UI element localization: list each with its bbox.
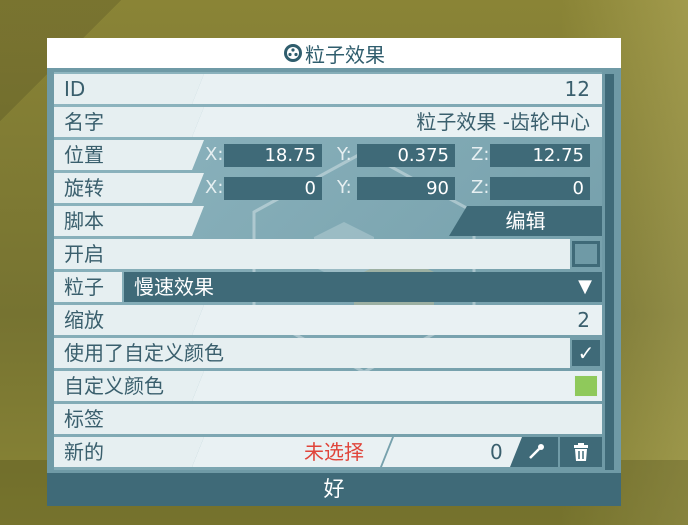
custom-color-label: 自定义颜色	[54, 371, 204, 401]
delete-button[interactable]	[560, 437, 602, 467]
id-label: ID	[54, 74, 204, 104]
new-count-field	[382, 437, 532, 467]
id-value: 12	[564, 77, 590, 101]
position-z-label: Z:	[471, 144, 490, 165]
id-field	[192, 74, 602, 104]
row-id: ID 12	[54, 74, 602, 104]
particle-dropdown[interactable]: 慢速效果 ▼	[124, 272, 602, 302]
script-label: 脚本	[54, 206, 204, 236]
scale-value: 2	[577, 308, 590, 332]
row-script: 脚本 编辑	[54, 206, 602, 236]
custom-color-field	[192, 371, 602, 401]
enabled-checkbox[interactable]	[572, 241, 600, 267]
tag-label: 标签	[54, 404, 602, 434]
row-scale: 缩放 2	[54, 305, 602, 335]
rotation-z-input[interactable]: 0	[490, 177, 590, 200]
checkmark-icon: ✓	[577, 341, 595, 365]
eyedropper-icon	[529, 444, 544, 459]
position-x-label: X:	[205, 144, 224, 165]
use-custom-color-checkbox[interactable]: ✓	[572, 340, 600, 366]
unselected-text: 未选择	[304, 440, 364, 464]
enabled-label: 开启	[54, 239, 570, 269]
new-count: 0	[490, 440, 503, 464]
position-x-input[interactable]: 18.75	[224, 144, 322, 167]
position-label: 位置	[54, 140, 204, 170]
row-tag: 标签	[54, 404, 602, 434]
rotation-x-input[interactable]: 0	[224, 177, 322, 200]
enabled-checkbox-box	[575, 244, 597, 264]
particle-selected-value: 慢速效果	[134, 275, 214, 299]
row-particle: 粒子 慢速效果 ▼	[54, 272, 602, 302]
row-custom-color: 自定义颜色	[54, 371, 602, 401]
chevron-down-icon: ▼	[578, 276, 592, 297]
name-value: 粒子效果 -齿轮中心	[416, 110, 590, 134]
particle-effect-dialog: 粒子效果 ID 12 名字 粒子效果 -齿轮中心 位置 X: 18.75 Y: …	[47, 38, 621, 506]
row-use-custom-color: 使用了自定义颜色 ✓	[54, 338, 602, 368]
dialog-title: 粒子效果	[305, 42, 385, 67]
custom-color-swatch[interactable]	[574, 375, 598, 397]
row-name: 名字 粒子效果 -齿轮中心	[54, 107, 602, 137]
rotation-x-label: X:	[205, 177, 224, 198]
row-new: 新的 未选择 0	[54, 437, 602, 467]
position-z-input[interactable]: 12.75	[490, 144, 590, 167]
position-y-label: Y:	[337, 144, 352, 165]
row-enabled: 开启	[54, 239, 602, 269]
dialog-title-bar: 粒子效果	[47, 38, 621, 68]
properties-panel: ID 12 名字 粒子效果 -齿轮中心 位置 X: 18.75 Y: 0.375…	[54, 72, 602, 470]
name-label: 名字	[54, 107, 204, 137]
row-rotation: 旋转 X: 0 Y: 90 Z: 0	[54, 173, 602, 203]
rotation-y-label: Y:	[337, 177, 352, 198]
position-y-input[interactable]: 0.375	[357, 144, 455, 167]
trash-icon	[574, 443, 588, 461]
scale-field[interactable]	[192, 305, 602, 335]
row-position: 位置 X: 18.75 Y: 0.375 Z: 12.75	[54, 140, 602, 170]
use-custom-color-label: 使用了自定义颜色	[54, 338, 570, 368]
new-label: 新的	[54, 437, 204, 467]
rotation-z-label: Z:	[471, 177, 490, 198]
particle-gear-icon	[284, 44, 302, 62]
scrollbar[interactable]	[605, 74, 614, 470]
scale-label: 缩放	[54, 305, 204, 335]
rotation-label: 旋转	[54, 173, 204, 203]
ok-button[interactable]: 好	[47, 473, 621, 506]
particle-label: 粒子	[54, 272, 122, 302]
edit-script-button[interactable]: 编辑	[449, 206, 602, 236]
rotation-y-input[interactable]: 90	[357, 177, 455, 200]
